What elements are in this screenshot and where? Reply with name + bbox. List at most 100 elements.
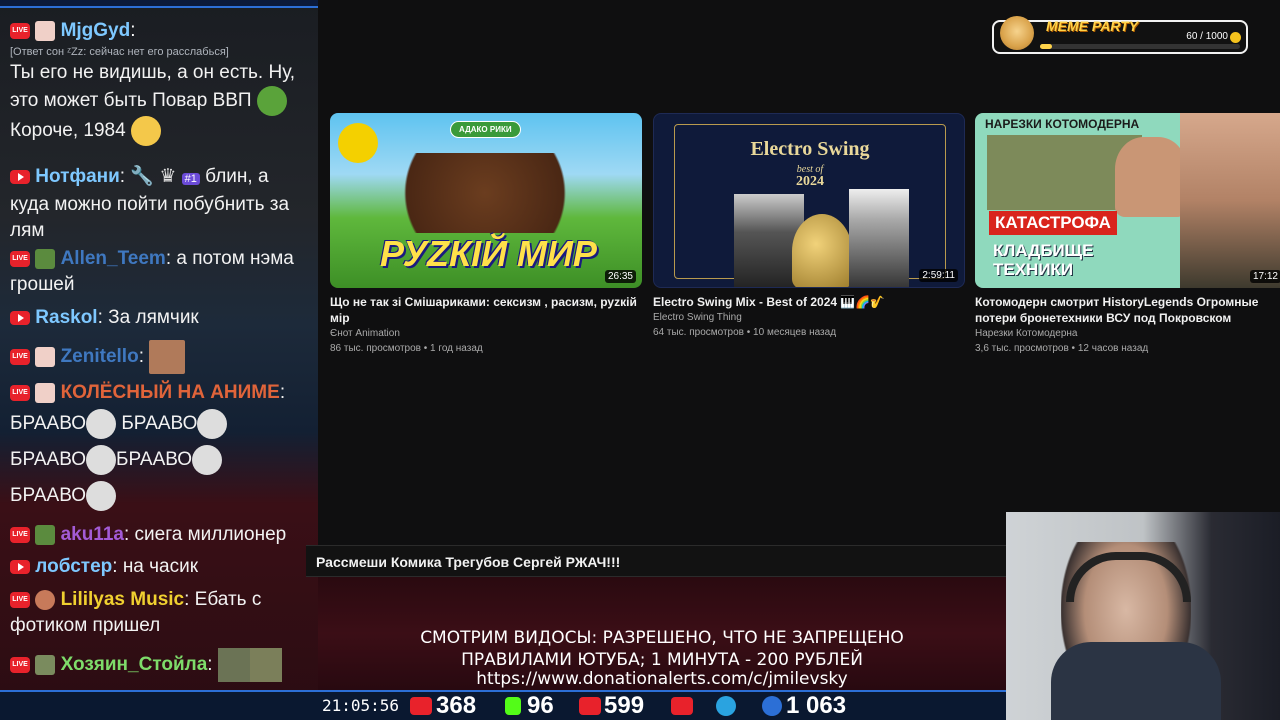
pepe-badge-icon [35,524,56,545]
video-stats: 64 тыс. просмотров • 10 месяцев назад [653,327,837,338]
chat-text: БРААВО [10,449,87,470]
stream-layout: LIVE MjgGyd: [Ответ сон ᶻZz: сейчас нет … [0,0,1280,720]
meme-party-widget: MEME PARTY 60 / 1000 [992,16,1248,54]
live-icon: LIVE [10,22,30,39]
viewers-icon [762,696,782,716]
face-emote-icon [249,648,282,682]
now-playing-ticker: Рассмеши Комика Трегубов Сергей РЖАЧ!!! [306,545,1006,577]
wrench-icon: 🔧 [130,166,155,187]
video-card[interactable]: НАРЕЗКИ КОТОМОДЕРНА КАТАСТРОФА КЛАДБИЩЕ … [975,113,1280,356]
chat-message: LIVE Allen_Teem: а потом нэма грошей [10,248,294,295]
chat-text: БРААВО [10,413,87,434]
chat-username[interactable]: Raskol [35,307,97,328]
sub-badge-icon [35,347,56,367]
thumb-text: КЛАДБИЩЕ ТЕХНИКИ [993,241,1094,279]
chat-message: LIVE Lililyas Music: Ебать с фотиком при… [10,589,262,636]
tank-badge-icon [35,655,56,675]
bravo-emote-icon [86,480,117,511]
bravo-emote-icon [197,408,228,439]
video-channel[interactable]: Нарезки Котомодерна [975,327,1280,341]
woman-photo-icon [849,189,909,287]
pepe-emote-icon [256,86,287,116]
chat-message: LIVE aku11a: сиега миллионер [10,522,310,548]
pepe-badge-icon [35,248,56,269]
kick-viewers: 96 [527,692,554,719]
video-card[interactable]: АДАКО РИКИ РУZКІЙ МИР 26:35 Що не так зі… [330,113,642,356]
meme-party-title: MEME PARTY [1046,18,1139,34]
chat-username[interactable]: КОЛЁСНЫЙ НА АНИМЕ [61,382,280,403]
video-stats: 3,6 тыс. просмотров • 12 часов назад [975,343,1149,354]
chat-username[interactable]: MjgGyd [61,20,131,41]
video-channel[interactable]: Єнот Animation [330,327,642,341]
youtube-icon [410,697,432,715]
video-duration: 2:59:11 [919,269,958,282]
crown-icon: ♛ [159,166,177,187]
chat-message: Raskol: За лямчик [10,305,310,331]
clock: 21:05:56 [322,696,400,715]
video-channel[interactable]: Electro Swing Thing [653,311,965,325]
total-viewers: 1 063 [786,692,847,719]
video-duration: 26:35 [604,270,636,283]
chat-panel: LIVE MjgGyd: [Ответ сон ᶻZz: сейчас нет … [0,0,318,720]
live-icon: LIVE [10,591,30,608]
video-thumbnail[interactable]: НАРЕЗКИ КОТОМОДЕРНА КАТАСТРОФА КЛАДБИЩЕ … [975,113,1280,288]
bear-icon [338,123,378,163]
youtube-icon [10,169,30,184]
youtube-icon [10,310,30,325]
kick-icon [505,697,521,715]
sub-badge-icon [35,20,56,41]
chat-username[interactable]: Zenitello [61,346,139,367]
video-card[interactable]: Electro Swing best of 2024 2:59:11 Elect… [653,113,965,340]
face-emote-icon [217,648,250,682]
chat-topbar [0,0,318,8]
chat-username[interactable]: aku11a [61,524,124,545]
thumb-red-label: КАТАСТРОФА [989,211,1117,235]
live-icon: LIVE [10,526,30,543]
bravo-emote-icon [192,444,223,475]
chat-text: сиега миллионер [134,524,287,545]
thumb-header: НАРЕЗКИ КОТОМОДЕРНА [985,117,1140,131]
vk-viewers: 599 [604,692,645,719]
video-duration: 17:12 [1249,270,1280,283]
streamer-face-icon [1180,113,1280,288]
bravo-emote-icon [86,408,117,439]
avatar-badge-icon [35,589,56,610]
face-emote-icon [149,340,186,374]
youtube-icon [671,697,693,715]
stats-bar: 21:05:56 368 96 599 1 063 [0,690,1006,720]
chat-username[interactable]: Lililyas Music [61,589,185,610]
youtube-viewers: 368 [436,692,477,719]
video-thumbnail[interactable]: Electro Swing best of 2024 2:59:11 [653,113,965,288]
video-title[interactable]: Котомодерн смотрит HistoryLegends Огромн… [975,294,1280,326]
video-title[interactable]: Що не так зі Смішариками: сексизм , раси… [330,294,642,326]
telegram-icon [716,696,736,716]
live-icon: LIVE [10,384,30,401]
chat-text: БРААВО [116,449,193,470]
laugh-emote-icon [130,116,161,146]
donation-link[interactable]: https://www.donationalerts.com/c/jmilevs… [318,668,1006,690]
chat-message: LIVE Zenitello: [10,340,310,374]
chat-message: LIVE MjgGyd: [Ответ сон ᶻZz: сейчас нет … [10,18,310,146]
chat-text: Короче, 1984 [10,120,126,142]
chat-username[interactable]: Хозяин_Стойла [61,654,208,675]
live-icon: LIVE [10,349,30,365]
video-title[interactable]: Electro Swing Mix - Best of 2024 🎹🌈🎷 [653,294,965,310]
ticker-text: Рассмеши Комика Трегубов Сергей РЖАЧ!!! [316,554,621,570]
chat-message: LIVE КОЛЁСНЫЙ НА АНИМЕ: БРААВО БРААВО БР… [10,380,310,514]
video-thumbnail[interactable]: АДАКО РИКИ РУZКІЙ МИР 26:35 [330,113,642,288]
host-face-icon [1115,137,1187,217]
chat-text: Ты его не видишь, а он есть. Ну, это мож… [10,62,296,112]
chat-text: на часик [122,556,199,577]
thumb-text: Electro Swing [750,138,870,160]
bravo-emote-icon [86,444,117,475]
rank-badge: #1 [181,173,200,185]
characters-icon [380,153,590,233]
chat-username[interactable]: Нотфани [35,166,120,187]
rules-panel: СМОТРИМ ВИДОСЫ: РАЗРЕШЕНО, ЧТО НЕ ЗАПРЕЩ… [318,577,1006,690]
chat-username[interactable]: лобстер [35,556,112,577]
chat-username[interactable]: Allen_Teem [61,248,166,269]
gramophone-icon [792,214,852,287]
doge-icon [1000,16,1034,50]
chat-message: Нотфани: 🔧 ♛ #1 блин, а куда можно пойти… [10,166,290,241]
live-icon: LIVE [10,657,30,673]
